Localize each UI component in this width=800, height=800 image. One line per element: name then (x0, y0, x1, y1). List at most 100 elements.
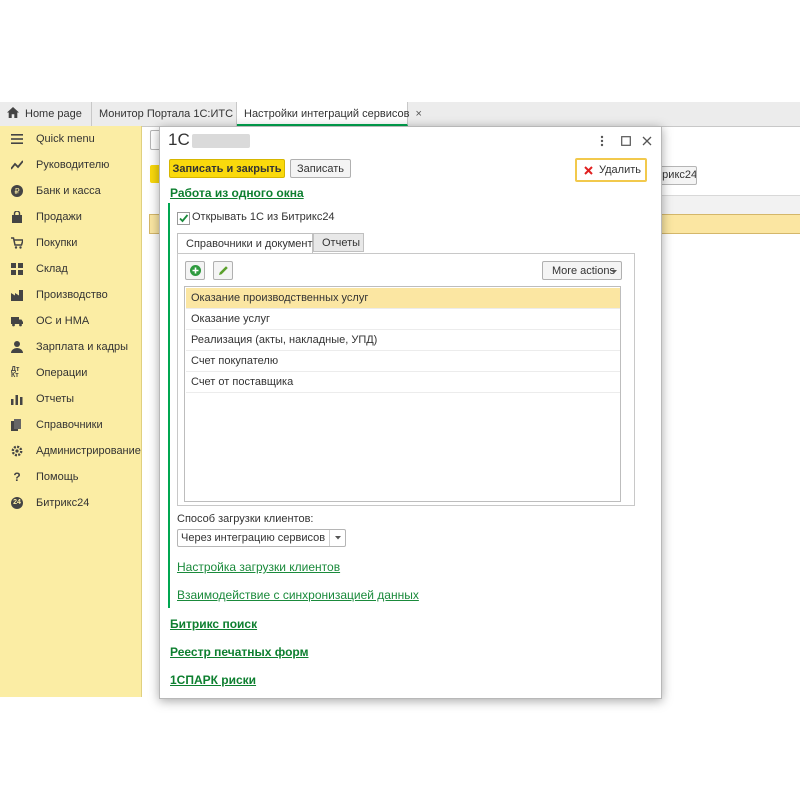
tab-reports[interactable]: Отчеты (313, 233, 364, 252)
section-single-window[interactable]: Работа из одного окна (170, 186, 304, 200)
add-icon (190, 265, 201, 276)
close-icon[interactable]: × (415, 108, 421, 120)
grid-icon (11, 263, 23, 275)
bar-chart-icon (11, 395, 23, 405)
save-button[interactable]: Записать (290, 159, 351, 178)
list-item[interactable]: Оказание услуг (186, 309, 620, 330)
sidebar-item-label: Руководителю (36, 159, 110, 171)
list-item[interactable]: Реализация (акты, накладные, УПД) (186, 330, 620, 351)
dialog-title: 1С (168, 130, 190, 149)
close-icon[interactable] (642, 136, 652, 146)
edit-button[interactable] (213, 261, 233, 280)
sidebar: Quick menu Руководителю ₽ Банк и касса П… (0, 126, 142, 697)
pencil-icon (219, 266, 228, 275)
section-bitrix-search[interactable]: Битрикс поиск (170, 617, 257, 631)
sidebar-item-production[interactable]: Производство (0, 282, 141, 308)
sidebar-item-quick-menu[interactable]: Quick menu (0, 126, 141, 152)
sidebar-item-manager[interactable]: Руководителю (0, 152, 141, 178)
open-from-bitrix-label: Открывать 1С из Битрикс24 (192, 211, 335, 223)
tab-integration-settings[interactable]: Настройки интеграций сервисов × (237, 102, 422, 126)
books-icon (11, 419, 21, 431)
sidebar-item-label: Справочники (36, 419, 103, 431)
list-item[interactable]: Оказание производственных услуг (186, 288, 620, 309)
tab-label: Настройки интеграций сервисов (244, 108, 410, 120)
save-and-close-button[interactable]: Записать и закрыть (169, 159, 285, 178)
sidebar-item-label: Продажи (36, 211, 82, 223)
sidebar-item-warehouse[interactable]: Склад (0, 256, 141, 282)
tab-home-page[interactable]: Home page (0, 102, 92, 126)
background-table-header (660, 195, 800, 214)
sidebar-item-bitrix24[interactable]: 24 Битрикс24 (0, 490, 141, 516)
add-button[interactable] (185, 261, 205, 280)
sidebar-item-label: Операции (36, 367, 88, 379)
maximize-icon[interactable] (621, 136, 631, 146)
sidebar-item-administration[interactable]: Администрирование (0, 438, 141, 464)
truck-icon (11, 317, 23, 327)
tab-label: Home page (25, 108, 82, 120)
sidebar-item-label: Зарплата и кадры (36, 341, 129, 353)
sidebar-item-sales[interactable]: Продажи (0, 204, 141, 230)
sidebar-item-purchases[interactable]: Покупки (0, 230, 141, 256)
background-row (660, 214, 800, 234)
sidebar-item-label: ОС и НМА (36, 315, 90, 327)
sync-interaction-link[interactable]: Взаимодействие с синхронизацией данных (177, 588, 419, 602)
sidebar-item-label: Склад (36, 263, 68, 275)
list-item[interactable]: Счет от поставщика (186, 372, 620, 393)
chart-trend-icon (11, 160, 23, 170)
tab-bar: Home page Монитор Портала 1С:ИТС× Настро… (0, 102, 800, 127)
sidebar-item-fixed-assets[interactable]: ОС и НМА (0, 308, 141, 334)
tab-label: Монитор Портала 1С:ИТС (99, 108, 234, 120)
list-item[interactable]: Счет покупателю (186, 351, 620, 372)
bag-icon (12, 211, 22, 223)
redacted-title-block (192, 134, 250, 148)
document-types-list: Оказание производственных услуг Оказание… (184, 286, 621, 502)
more-vert-icon[interactable] (600, 135, 604, 147)
sidebar-item-label: Покупки (36, 237, 78, 249)
gear-icon (11, 445, 23, 457)
section-indicator-bar (168, 203, 170, 608)
sidebar-item-bank[interactable]: ₽ Банк и касса (0, 178, 141, 204)
section-spark-risks[interactable]: 1СПАРК риски (170, 673, 256, 687)
delete-x-icon (584, 166, 593, 175)
sidebar-item-label: Отчеты (36, 393, 75, 405)
delete-button[interactable]: Удалить (575, 158, 647, 182)
tab-directories-documents[interactable]: Справочники и документы (177, 233, 320, 254)
help-icon: ? (13, 470, 21, 484)
sidebar-item-label: Помощь (36, 471, 79, 483)
tab-portal-monitor[interactable]: Монитор Портала 1С:ИТС× (92, 102, 245, 126)
bitrix24-icon: 24 (11, 497, 23, 509)
client-loading-select[interactable]: Через интеграцию сервисов (177, 529, 346, 547)
sidebar-item-label: Quick menu (36, 133, 95, 145)
tab-panel: More actions Оказание производственных у… (177, 253, 635, 506)
sidebar-item-directories[interactable]: Справочники (0, 412, 141, 438)
client-loading-label: Способ загрузки клиентов: (177, 513, 314, 525)
checkmark-icon (179, 214, 189, 223)
factory-icon (11, 290, 23, 301)
sidebar-item-salary[interactable]: Зарплата и кадры (0, 334, 141, 360)
select-divider (329, 530, 330, 546)
sidebar-item-help[interactable]: ? Помощь (0, 464, 141, 490)
sidebar-item-label: Банк и касса (36, 185, 101, 197)
client-loading-value: Через интеграцию сервисов (181, 532, 326, 544)
svg-text:₽: ₽ (14, 187, 19, 196)
person-icon (11, 341, 23, 353)
cart-icon (11, 237, 23, 249)
sidebar-item-label: Производство (36, 289, 108, 301)
sidebar-item-label: Битрикс24 (36, 497, 90, 509)
ledger-icon: Дт Кт (11, 366, 20, 379)
more-actions-label: More actions (552, 265, 615, 277)
sidebar-item-reports[interactable]: Отчеты (0, 386, 141, 412)
client-loading-settings-link[interactable]: Настройка загрузки клиентов (177, 560, 340, 574)
home-icon (7, 107, 19, 118)
integration-settings-dialog: 1С Записать и закрыть Записать Удалить Р… (159, 126, 662, 699)
more-actions-button[interactable]: More actions (542, 261, 622, 280)
chevron-down-icon[interactable] (335, 536, 341, 540)
section-print-forms[interactable]: Реестр печатных форм (170, 645, 308, 659)
chevron-down-icon (611, 270, 617, 274)
menu-icon (11, 134, 23, 144)
sidebar-item-label: Администрирование (36, 445, 141, 457)
open-from-bitrix-checkbox[interactable] (177, 212, 190, 225)
delete-button-label: Удалить (599, 164, 641, 176)
ruble-icon: ₽ (11, 185, 23, 197)
sidebar-item-operations[interactable]: Дт Кт Операции (0, 360, 141, 386)
